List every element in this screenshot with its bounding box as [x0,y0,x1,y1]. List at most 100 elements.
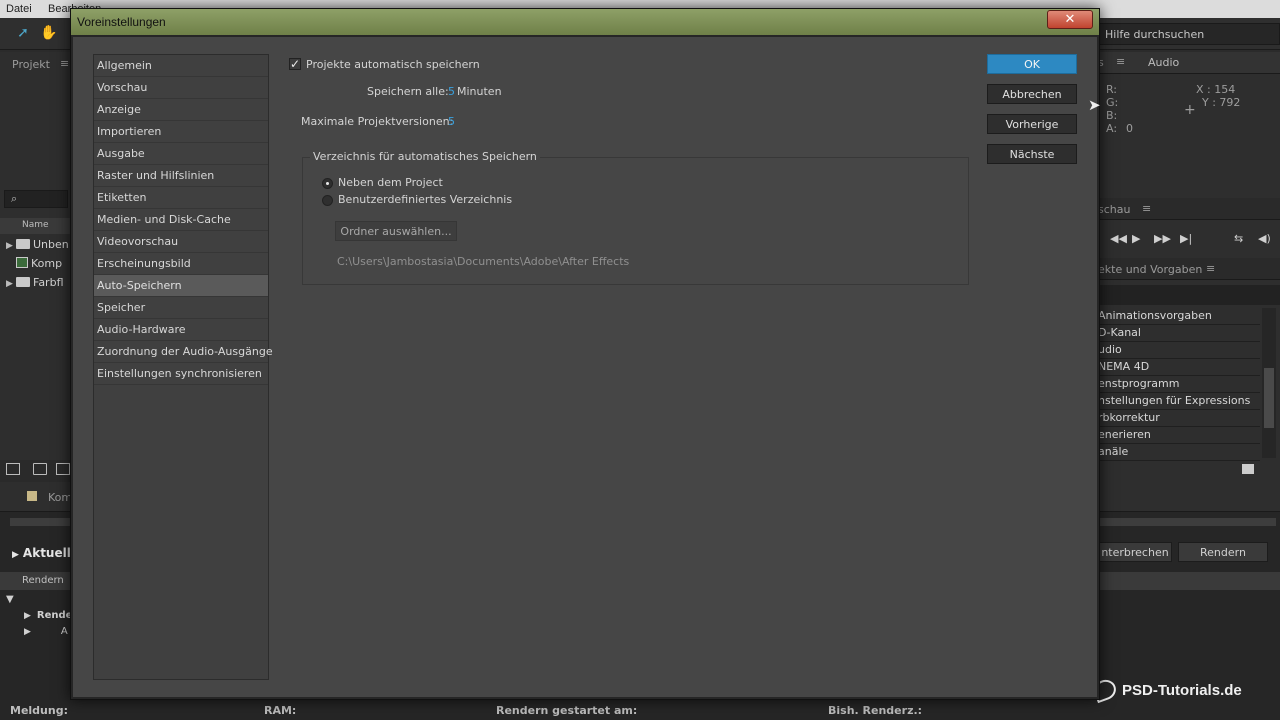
interpret-footage-icon[interactable] [6,463,20,475]
selection-tool-icon[interactable]: ➚ [14,24,32,42]
panel-menu-icon[interactable]: ≡ [1142,202,1151,215]
checkmark-icon: ✓ [290,57,301,71]
dialog-titlebar[interactable]: Voreinstellungen ✕ [71,9,1099,35]
project-tab[interactable]: Projekt [12,58,50,71]
radio-next-to-project[interactable] [322,178,333,189]
panel-menu-icon[interactable]: ≡ [60,57,69,70]
panel-menu-icon[interactable]: ≡ [1206,262,1215,275]
effect-category[interactable]: nstellungen für Expressions [1098,393,1260,410]
interval-label: Speichern alle: [367,85,449,98]
info-b: B: [1106,109,1118,122]
expand-arrow-icon[interactable]: ▶ [24,627,31,637]
effect-category[interactable]: rbkorrektur [1098,410,1260,427]
status-elapsed: Bish. Renderz.: [828,704,923,717]
menu-datei[interactable]: Datei [6,3,32,15]
project-search-input[interactable]: ⌕ [4,190,68,208]
radio-custom-folder[interactable] [322,195,333,206]
effect-category[interactable]: NEMA 4D [1098,359,1260,376]
dialog-body: Allgemein Vorschau Anzeige Importieren A… [73,37,1097,697]
previous-button[interactable]: Vorherige [987,114,1077,134]
autosave-checkbox-label[interactable]: Projekte automatisch speichern [306,58,480,71]
collapse-arrow-icon[interactable]: ▶ [12,550,19,560]
play-icon[interactable]: ▶ [1132,232,1140,245]
nav-item-ausgabe[interactable]: Ausgabe [94,143,268,165]
nav-item-importieren[interactable]: Importieren [94,121,268,143]
folder-icon [16,239,30,249]
hand-tool-icon[interactable]: ✋ [40,24,58,42]
cancel-button[interactable]: Abbrechen [987,84,1077,104]
radio-custom-folder-label[interactable]: Benutzerdefiniertes Verzeichnis [338,193,512,206]
project-item[interactable]: Komp [6,257,62,275]
new-preset-icon[interactable] [1242,464,1254,474]
nav-item-videovorschau[interactable]: Videovorschau [94,231,268,253]
nav-item-speicher[interactable]: Speicher [94,297,268,319]
effect-category[interactable]: udio [1098,342,1260,359]
help-search-input[interactable]: Hilfe durchsuchen [1098,23,1280,45]
nav-item-anzeige[interactable]: Anzeige [94,99,268,121]
project-item[interactable]: ▶ Farbfl [6,276,64,294]
autosave-checkbox[interactable]: ✓ [289,58,301,70]
info-a-value: 0 [1126,122,1133,135]
previous-frame-icon[interactable]: ◀◀ [1110,232,1127,245]
expand-arrow-icon[interactable]: ▶ [6,241,16,251]
effects-search-input[interactable] [1098,285,1280,305]
current-render-label[interactable]: ▶ Aktuell [0,542,71,564]
ok-button[interactable]: OK [987,54,1077,74]
audio-tab[interactable]: Audio [1148,56,1179,69]
dialog-title: Voreinstellungen [77,15,166,29]
expand-arrow-icon[interactable]: ▼ [6,594,14,605]
nav-item-erscheinungsbild[interactable]: Erscheinungsbild [94,253,268,275]
close-icon: ✕ [1064,12,1076,27]
nav-item-medien-cache[interactable]: Medien- und Disk-Cache [94,209,268,231]
project-item[interactable]: ▶ Unben [6,238,69,256]
preferences-dialog: Voreinstellungen ✕ Allgemein Vorschau An… [70,8,1100,700]
effect-category[interactable]: anäle [1098,444,1260,461]
nav-item-vorschau[interactable]: Vorschau [94,77,268,99]
effect-category[interactable]: Animationsvorgaben [1098,308,1260,325]
new-composition-icon[interactable] [56,463,70,475]
nav-item-audio-hardware[interactable]: Audio-Hardware [94,319,268,341]
render-item[interactable]: ▶ A [24,626,68,637]
render-item[interactable]: ▶ Rende [24,610,72,621]
status-render-started: Rendern gestartet am: [496,704,638,717]
folder-icon [16,277,30,287]
expand-arrow-icon[interactable]: ▶ [6,279,16,289]
max-versions-value[interactable]: 5 [448,115,455,128]
status-bar: Meldung: RAM: Rendern gestartet am: Bish… [0,702,1280,720]
composition-tab[interactable]: Kom [48,491,72,504]
preview-tab[interactable]: schau [1098,203,1130,216]
nav-item-audio-ausgaenge[interactable]: Zuordnung der Audio-Ausgänge [94,341,273,363]
info-y: Y : 792 [1202,96,1241,109]
max-versions-label: Maximale Projektversionen: [301,115,454,128]
nav-item-synchronisieren[interactable]: Einstellungen synchronisieren [94,363,268,385]
radio-next-to-project-label[interactable]: Neben dem Project [338,176,443,189]
close-button[interactable]: ✕ [1047,10,1093,29]
search-icon: ⌕ [11,192,18,205]
next-frame-icon[interactable]: ▶▶ [1154,232,1171,245]
column-header-render[interactable]: Rendern [22,575,64,586]
render-button[interactable]: Rendern [1178,542,1268,562]
effect-category[interactable]: enerieren [1098,427,1260,444]
next-button[interactable]: Nächste [987,144,1077,164]
nav-item-etiketten[interactable]: Etiketten [94,187,268,209]
nav-item-allgemein[interactable]: Allgemein [94,55,268,77]
volume-icon[interactable]: ◀) [1258,232,1271,245]
last-frame-icon[interactable]: ▶| [1180,232,1192,245]
panel-menu-icon[interactable]: ≡ [1116,55,1125,68]
scrollbar-thumb[interactable] [1264,368,1274,428]
loop-icon[interactable]: ⇆ [1234,232,1243,245]
composition-color-icon [27,491,37,501]
stop-render-button[interactable]: nterbrechen [1098,542,1172,562]
effect-category[interactable]: enstprogramm [1098,376,1260,393]
effects-tab[interactable]: ekte und Vorgaben [1098,263,1202,276]
nav-item-raster[interactable]: Raster und Hilfslinien [94,165,268,187]
expand-arrow-icon[interactable]: ▶ [24,611,31,621]
choose-folder-button[interactable]: Ordner auswählen... [335,221,457,241]
effects-scrollbar[interactable] [1262,308,1276,458]
interval-value[interactable]: 5 [448,85,455,98]
effect-category[interactable]: D-Kanal [1098,325,1260,342]
new-folder-icon[interactable] [33,463,47,475]
mouse-cursor-icon: ➤ [1088,96,1101,114]
column-header-name[interactable]: Name [0,218,70,234]
nav-item-auto-speichern[interactable]: Auto-Speichern [94,275,268,297]
